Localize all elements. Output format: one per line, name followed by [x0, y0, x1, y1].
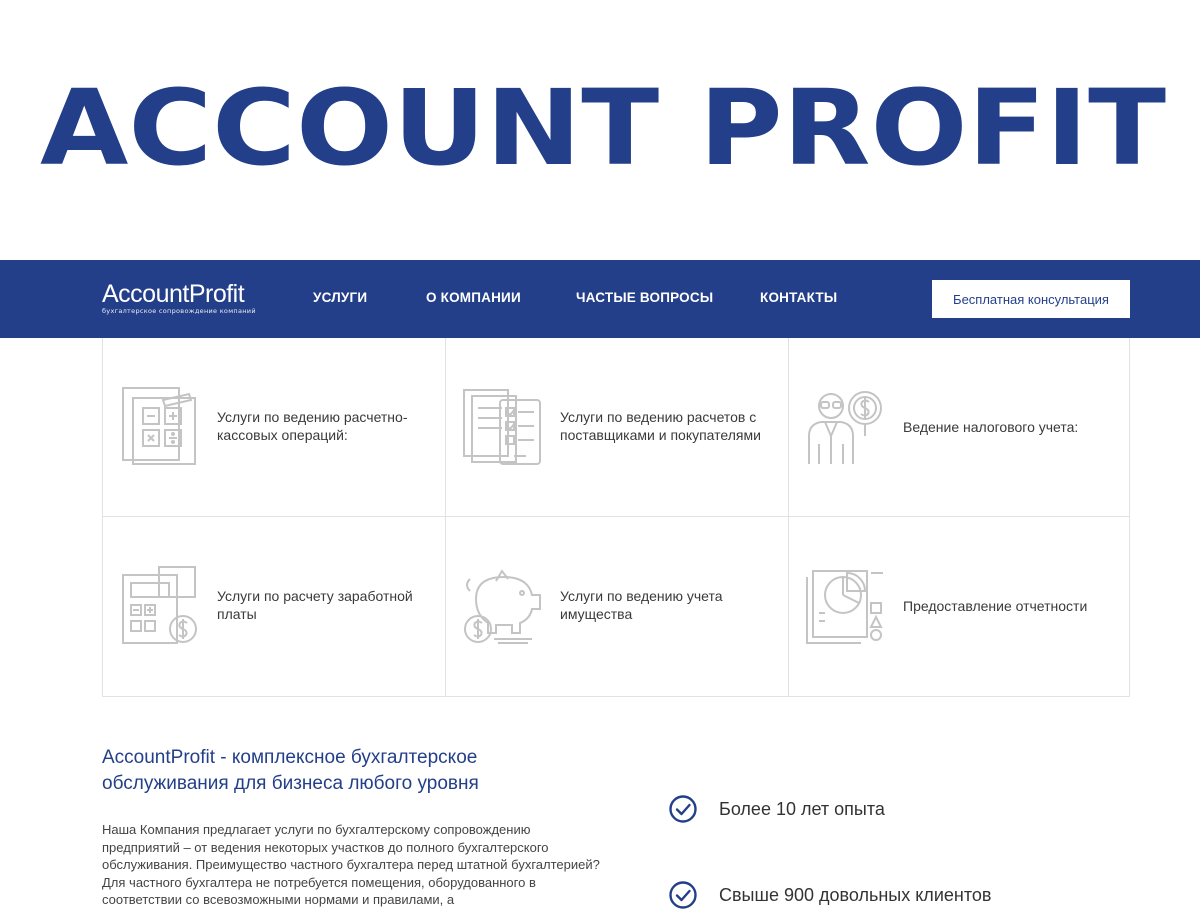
hero-title: ACCOUNT PROFIT: [40, 84, 1166, 170]
service-label: Ведение налогового учета:: [903, 419, 1079, 435]
top-navbar: AccountProfit бухгалтерское сопровождени…: [0, 260, 1200, 338]
feature-item: Свыше 900 довольных клиентов: [668, 880, 991, 910]
nav-link-contacts[interactable]: КОНТАКТЫ: [760, 290, 837, 305]
service-label: Услуги по ведению расчетно-кассовых опер…: [217, 409, 408, 443]
service-card[interactable]: Ведение налогового учета:: [789, 338, 1132, 517]
feature-label: Более 10 лет опыта: [719, 798, 885, 819]
check-circle-icon: [669, 795, 697, 823]
about-title: AccountProfit - комплексное бухгалтерско…: [102, 747, 479, 794]
service-card[interactable]: Услуги по расчету заработной платы: [103, 517, 446, 696]
service-card[interactable]: Услуги по ведению расчетно-кассовых опер…: [103, 338, 446, 517]
report-pie-chart-icon: [806, 570, 883, 644]
feature-label: Свыше 900 довольных клиентов: [719, 884, 992, 905]
nav-link-services[interactable]: УСЛУГИ: [313, 290, 367, 305]
logo-tagline: бухгалтерское сопровождение компаний: [102, 307, 256, 315]
calculator-documents-icon: [122, 387, 196, 465]
about-text: Наша Компания предлагает услуги по бухга…: [102, 822, 600, 907]
piggy-bank-icon: [464, 569, 541, 644]
calculator-coin-icon: [122, 566, 197, 644]
hero-banner: ACCOUNT PROFIT: [0, 0, 1200, 260]
service-card[interactable]: Услуги по ведению расчетов с поставщикам…: [446, 338, 789, 517]
service-label: Предоставление отчетности: [903, 598, 1088, 614]
services-grid: Услуги по ведению расчетно-кассовых опер…: [102, 338, 1130, 697]
documents-checklist-icon: [463, 389, 541, 465]
free-consultation-button[interactable]: Бесплатная консультация: [932, 280, 1130, 318]
nav-link-faq[interactable]: ЧАСТЫЕ ВОПРОСЫ: [576, 290, 713, 305]
service-label: Услуги по расчету заработной платы: [217, 588, 413, 622]
nav-link-about[interactable]: О КОМПАНИИ: [426, 290, 521, 305]
site-logo[interactable]: AccountProfit бухгалтерское сопровождени…: [102, 281, 256, 315]
accountant-dollar-icon: [808, 391, 882, 464]
service-label: Услуги по ведению расчетов с поставщикам…: [560, 409, 761, 443]
hero-title-graphic: ACCOUNT PROFIT: [40, 84, 1166, 170]
service-card[interactable]: Услуги по ведению учета имущества: [446, 517, 789, 696]
service-card[interactable]: Предоставление отчетности: [789, 517, 1132, 696]
check-circle-icon: [669, 881, 697, 909]
service-label: Услуги по ведению учета имущества: [560, 588, 723, 622]
logo-wordmark: AccountProfit: [102, 280, 245, 308]
feature-item: Более 10 лет опыта: [668, 794, 885, 824]
